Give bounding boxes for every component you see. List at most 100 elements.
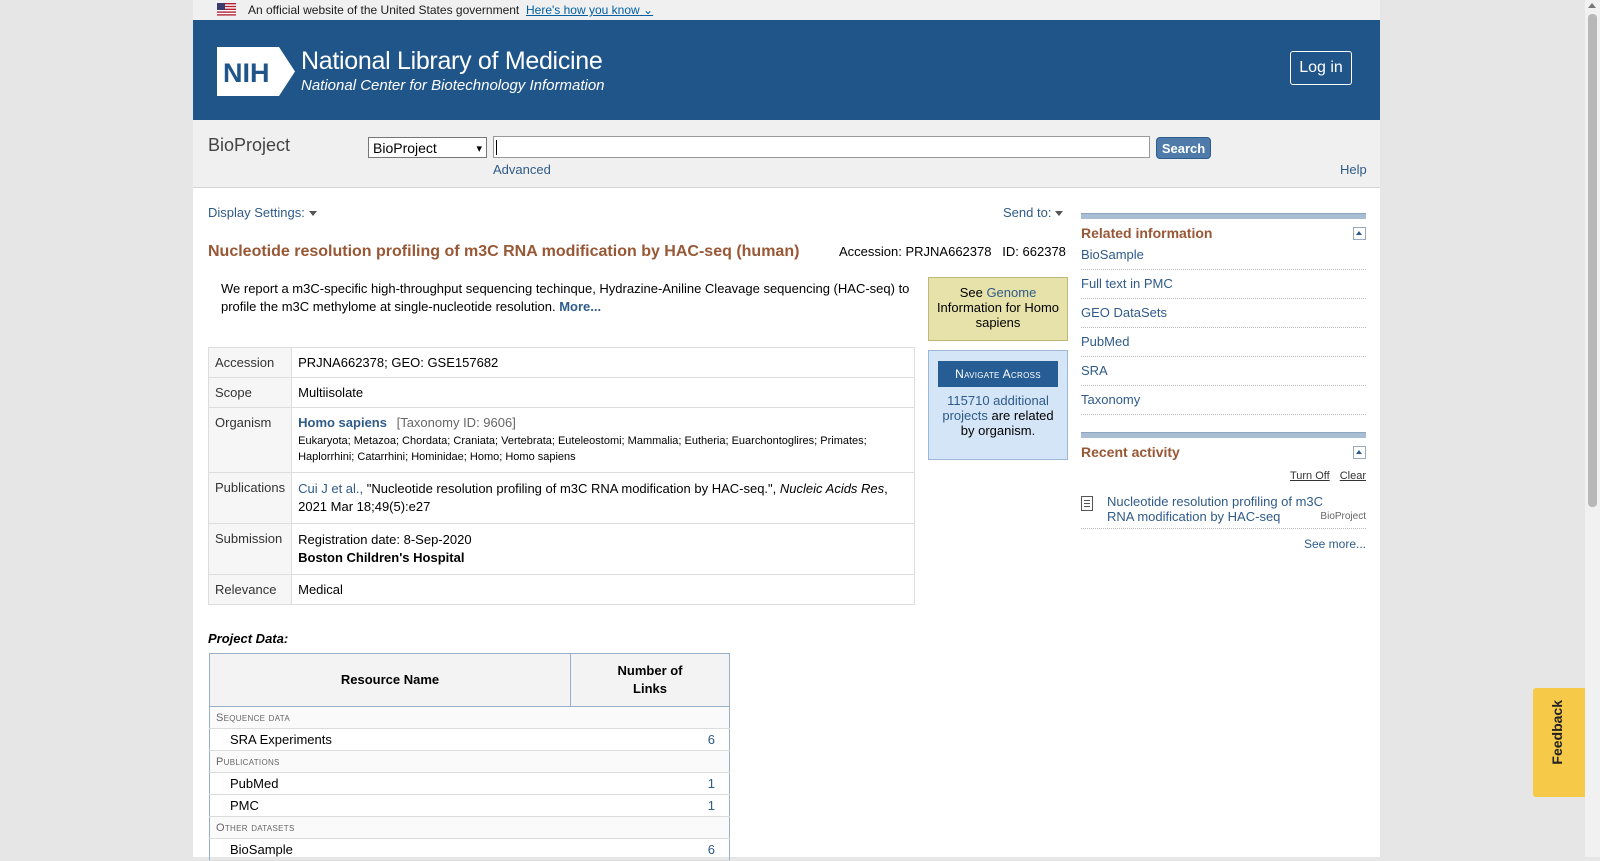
site-header: NIH National Library of Medicine Nationa… <box>193 20 1380 120</box>
related-item: PubMed <box>1081 328 1366 357</box>
gov-banner: An official website of the United States… <box>193 0 1380 20</box>
link-count[interactable]: 6 <box>708 842 715 857</box>
portlet-bar <box>1081 432 1366 438</box>
category-row: Other datasets <box>209 816 730 839</box>
scrollbar-thumb[interactable] <box>1588 14 1597 507</box>
link-count-cell: 6 <box>570 838 730 861</box>
related-item: GEO DataSets <box>1081 299 1366 328</box>
genome-box-pre: See <box>959 285 987 300</box>
genome-info-box: See Genome Information for Homo sapiens <box>928 277 1068 341</box>
recent-activity-db: BioProject <box>1320 511 1366 522</box>
search-bar: BioProject BioProject ▾ Search Advanced … <box>193 120 1380 188</box>
feedback-button[interactable]: Feedback <box>1533 688 1585 797</box>
accession-label: Accession <box>207 347 293 378</box>
related-link[interactable]: BioSample <box>1081 247 1144 262</box>
recent-activity-controls: Turn Off Clear <box>1081 470 1366 482</box>
record-title: Nucleotide resolution profiling of m3C R… <box>208 243 800 260</box>
genome-link[interactable]: Genome <box>986 285 1036 300</box>
send-to-label[interactable]: Send to: <box>1003 205 1051 220</box>
related-item: Taxonomy <box>1081 386 1366 415</box>
related-information-title: Related information <box>1081 225 1366 241</box>
dropdown-triangle-icon <box>308 211 317 217</box>
display-settings-menu[interactable]: Display Settings: <box>208 205 317 220</box>
publication-journal: Nucleic Acids Res <box>779 481 885 496</box>
taxonomy-id: [Taxonomy ID: 9606] <box>396 415 516 430</box>
link-count-cell: 1 <box>570 772 730 795</box>
navigate-across-body: 115710 additional projects are related b… <box>929 393 1067 438</box>
registration-date: Registration date: 8-Sep-2020 <box>298 532 472 547</box>
recent-activity-item[interactable]: Nucleotide resolution profiling of m3C R… <box>1081 494 1366 529</box>
page-container: An official website of the United States… <box>193 0 1380 861</box>
submitter-institution: Boston Children's Hospital <box>298 550 465 565</box>
gov-banner-text: An official website of the United States… <box>248 3 520 17</box>
login-button[interactable]: Log in <box>1290 51 1352 85</box>
link-count[interactable]: 1 <box>708 798 715 813</box>
link-count-cell: 1 <box>570 794 730 817</box>
heres-how-label[interactable]: Here's how you know <box>526 3 640 17</box>
table-row: PubMed 1 <box>209 772 730 795</box>
database-name[interactable]: BioProject <box>208 135 290 156</box>
organism-link[interactable]: Homo sapiens <box>298 415 387 430</box>
publications-label: Publications <box>207 472 293 524</box>
nih-logo-text: NIH <box>223 58 270 88</box>
related-links-list: BioSample Full text in PMC GEO DataSets Pub… <box>1081 241 1366 415</box>
vertical-scrollbar[interactable] <box>1585 0 1600 857</box>
link-count-cell: 6 <box>570 728 730 751</box>
nlm-title[interactable]: National Library of Medicine <box>301 47 603 76</box>
database-select[interactable]: BioProject ▾ <box>368 137 487 158</box>
recent-activity-portlet: Recent activity Turn Off Clear Nucleotide… <box>1081 432 1366 551</box>
related-title-text: Related information <box>1081 225 1213 241</box>
resource-name: BioSample <box>209 838 571 861</box>
submission-cell: Registration date: 8-Sep-2020 Boston Chi… <box>291 523 915 575</box>
see-more-link[interactable]: See more... <box>1304 537 1366 551</box>
table-header-row: Resource Name Number of Links <box>208 653 730 707</box>
table-row: SRA Experiments 6 <box>209 728 730 751</box>
related-link[interactable]: Full text in PMC <box>1081 276 1173 291</box>
related-item: Full text in PMC <box>1081 270 1366 299</box>
more-link[interactable]: More... <box>559 299 601 314</box>
table-row: Accession PRJNA662378; GEO: GSE157682 <box>207 347 915 378</box>
clear-link[interactable]: Clear <box>1340 470 1366 482</box>
category-label: Publications <box>209 750 730 773</box>
recent-title-text: Recent activity <box>1081 444 1180 460</box>
collapse-icon[interactable] <box>1353 227 1366 240</box>
link-count[interactable]: 6 <box>708 732 715 747</box>
search-button[interactable]: Search <box>1156 137 1211 159</box>
related-link[interactable]: PubMed <box>1081 334 1129 349</box>
resource-name: PMC <box>209 794 571 817</box>
project-data-table: Resource Name Number of Links Sequence d… <box>208 653 730 861</box>
navigate-across-title: Navigate Across <box>938 361 1058 387</box>
publication-cell: Cui J et al., "Nucleotide resolution pro… <box>291 472 915 524</box>
document-icon <box>1081 496 1093 511</box>
related-link[interactable]: GEO DataSets <box>1081 305 1167 320</box>
number-of-links-header: Number of Links <box>570 653 730 707</box>
heres-how-link[interactable]: Here's how you know ⌄ <box>526 3 653 17</box>
nih-logo-icon[interactable]: NIH <box>217 47 295 96</box>
scroll-up-icon[interactable] <box>1588 3 1596 8</box>
display-settings-label[interactable]: Display Settings: <box>208 205 305 220</box>
category-row: Sequence data <box>209 706 730 729</box>
relevance-label: Relevance <box>207 574 293 605</box>
category-label: Sequence data <box>209 706 730 729</box>
accession-id-line: Accession: PRJNA662378 ID: 662378 <box>839 244 1066 259</box>
resource-name: PubMed <box>209 772 571 795</box>
publication-authors-link[interactable]: Cui J et al., <box>298 481 363 496</box>
send-to-menu[interactable]: Send to: <box>1003 205 1064 220</box>
lineage-text: Eukaryota; Metazoa; Chordata; Craniata; … <box>298 435 867 463</box>
category-label: Other datasets <box>209 816 730 839</box>
collapse-icon[interactable] <box>1353 446 1366 459</box>
feedback-label[interactable]: Feedback <box>1549 700 1565 765</box>
related-link[interactable]: SRA <box>1081 363 1108 378</box>
category-row: Publications <box>209 750 730 773</box>
search-input[interactable] <box>493 136 1150 158</box>
related-link[interactable]: Taxonomy <box>1081 392 1140 407</box>
table-row: PMC 1 <box>209 794 730 817</box>
portlet-bar <box>1081 213 1366 219</box>
resource-name-header: Resource Name <box>208 653 572 707</box>
turn-off-link[interactable]: Turn Off <box>1290 470 1330 482</box>
recent-activity-link[interactable]: Nucleotide resolution profiling of m3C R… <box>1107 494 1352 524</box>
link-count[interactable]: 1 <box>708 776 715 791</box>
table-row: Organism Homo sapiens [Taxonomy ID: 9606… <box>207 407 915 473</box>
help-link[interactable]: Help <box>1340 162 1367 177</box>
advanced-search-link[interactable]: Advanced <box>493 162 551 177</box>
